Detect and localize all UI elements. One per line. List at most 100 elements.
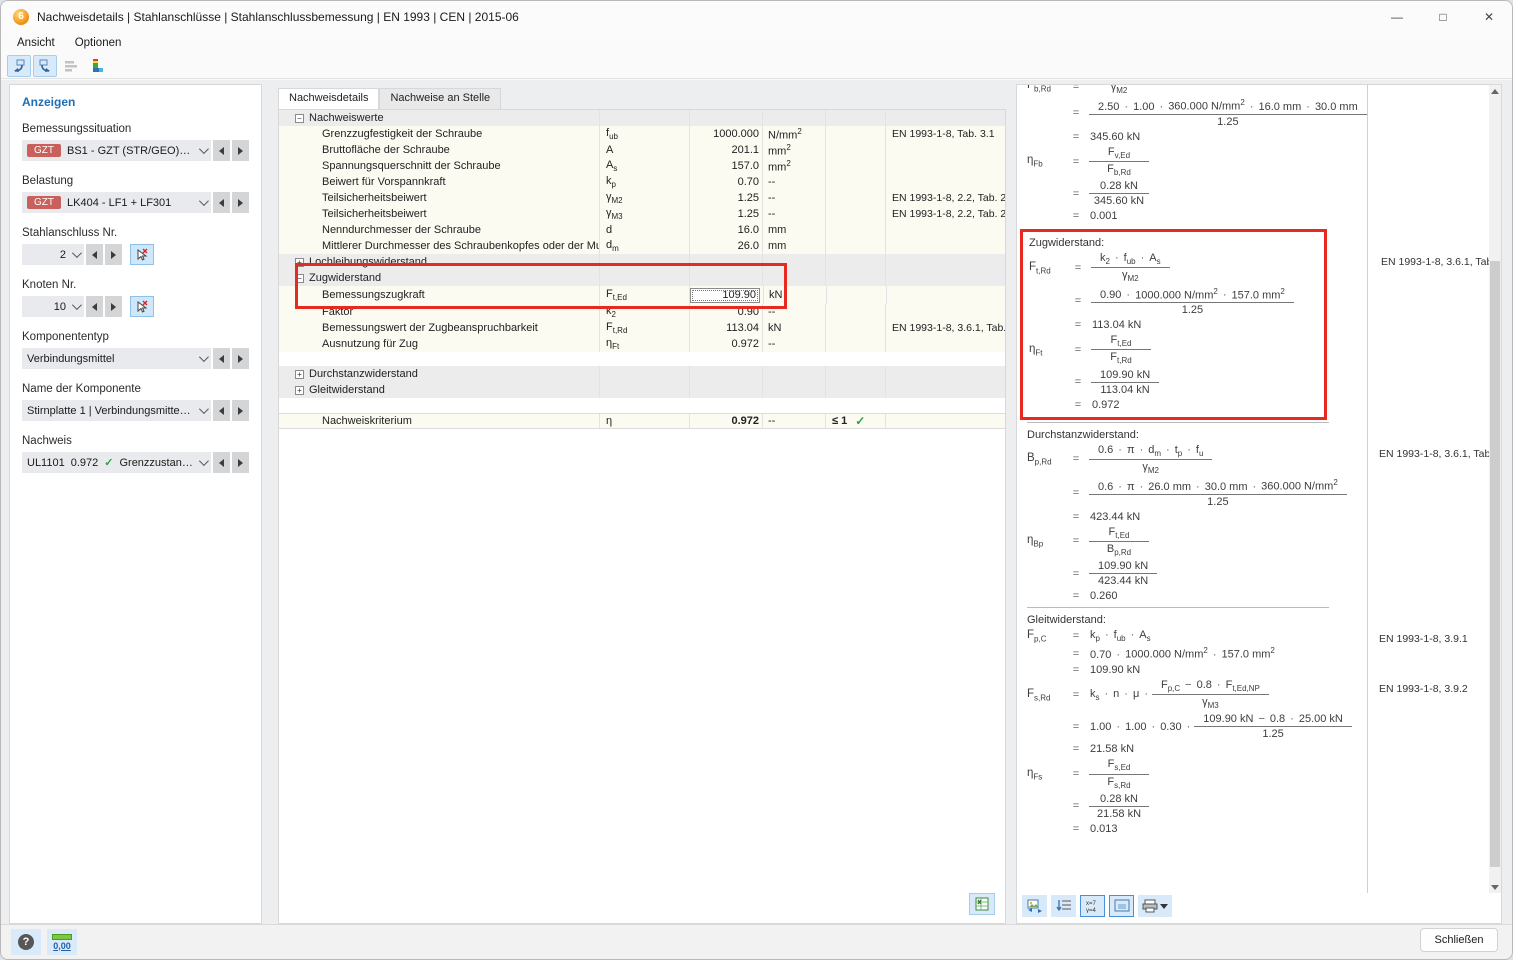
formula-token: · [1131, 629, 1135, 641]
connection-prev-button[interactable] [86, 244, 103, 265]
formula-token: n [1113, 688, 1119, 700]
node-next-button[interactable] [105, 296, 122, 317]
formula-token: 1.25 [1182, 304, 1203, 316]
fraction: k2·fub·AsγM2 [1091, 252, 1170, 283]
component-type-prev-button[interactable] [213, 348, 230, 369]
connection-plot-button[interactable] [85, 55, 109, 77]
formula-token: As [1139, 629, 1150, 643]
arrow-forward-icon [37, 58, 53, 74]
formula-token: − [1185, 679, 1191, 691]
export-excel-button[interactable] [969, 893, 995, 915]
component-type-select[interactable]: Verbindungsmittel [22, 348, 211, 369]
node-pick-button[interactable] [130, 296, 154, 317]
design-situation-next-button[interactable] [232, 140, 249, 161]
details-list-button[interactable] [1051, 895, 1076, 917]
value-cell[interactable]: 109.90 [689, 286, 763, 304]
check-id: UL1101 [27, 457, 65, 469]
copy-picture-button[interactable] [1022, 895, 1047, 917]
symbol-cell: kp [599, 174, 689, 190]
name-cell: Nachweiskriterium [279, 414, 599, 428]
unit-cell: -- [762, 174, 825, 190]
print-options-caret[interactable] [1160, 904, 1168, 909]
row-value: 0.972 [731, 415, 759, 427]
close-dialog-button[interactable]: Schließen [1420, 928, 1498, 952]
jump-back-button[interactable] [7, 55, 31, 77]
fraction: 2.50·1.00·360.000 N/mm2·16.0 mm·30.0 mm1… [1089, 98, 1367, 128]
code-reference: EN 1993-1-8, 3.9.1 [1379, 633, 1468, 645]
tab-nachweise-an-stelle[interactable]: Nachweise an Stelle [379, 88, 501, 109]
row-unit: mm2 [768, 159, 791, 174]
expand-icon[interactable]: + [295, 386, 304, 395]
maximize-button[interactable]: □ [1420, 1, 1466, 33]
formula-token: 157.0 mm2 [1221, 646, 1274, 661]
name-cell: +Gleitwiderstand [279, 382, 599, 398]
show-figure-button[interactable] [1109, 895, 1134, 917]
menu-optionen[interactable]: Optionen [67, 35, 130, 51]
component-name-prev-button[interactable] [213, 400, 230, 421]
units-settings-button[interactable]: 0,00 [47, 929, 77, 955]
row-label: Lochleibungswiderstand [309, 256, 427, 268]
table-row: Nenndurchmesser der Schraubed16.0mm [279, 222, 1005, 238]
node-number-select[interactable]: 10 [22, 296, 84, 317]
formula-token: Ft,Ed [1111, 334, 1132, 348]
expand-icon[interactable]: + [295, 258, 304, 267]
loading-prev-button[interactable] [213, 192, 230, 213]
result-list-button[interactable] [59, 55, 83, 77]
list-down-icon [1056, 899, 1072, 913]
print-button[interactable] [1138, 895, 1172, 917]
table-row: Mittlerer Durchmesser des Schraubenkopfe… [279, 238, 1005, 254]
equals-sign: = [1065, 376, 1091, 388]
expand-icon[interactable]: + [295, 370, 304, 379]
formula-line: =0.90·1000.000 N/mm2·157.0 mm21.25 [1029, 287, 1318, 317]
help-button[interactable]: ? [11, 929, 41, 955]
row-symbol: As [606, 159, 617, 173]
row-unit: N/mm2 [768, 127, 802, 142]
fraction: γM2 [1089, 85, 1149, 95]
jump-forward-button[interactable] [33, 55, 57, 77]
check-select[interactable]: UL1101 0.972 ✓ Grenzzustand der ... [22, 452, 211, 473]
minimize-button[interactable]: — [1374, 1, 1420, 33]
formula-lhs-symbol: Fb,Rd [1027, 85, 1051, 91]
design-situation-prev-button[interactable] [213, 140, 230, 161]
table-group-row[interactable]: −Nachweiswerte [279, 110, 1005, 126]
formula-section-title: Zugwiderstand: [1029, 237, 1318, 249]
formula-line: Fs,Rd=ks·n·μ·Fp,C−0.8·Ft,Ed,NPγM3EN 1993… [1027, 679, 1329, 710]
close-icon[interactable]: ✕ [1466, 1, 1512, 33]
component-name-select[interactable]: Stirnplatte 1 | Verbindungsmittel 1 | Sc… [22, 400, 211, 421]
collapse-icon[interactable]: − [295, 274, 304, 283]
reference-cell [885, 304, 1005, 320]
formula-token: · [1126, 289, 1130, 301]
scrollbar-thumb[interactable] [1490, 261, 1500, 867]
symbol-cell: k2 [599, 304, 689, 320]
show-values-button[interactable]: x=7y=4 [1080, 895, 1105, 917]
scroll-down-icon[interactable] [1489, 881, 1501, 893]
collapse-icon[interactable]: − [295, 114, 304, 123]
check-next-button[interactable] [232, 452, 249, 473]
node-prev-button[interactable] [86, 296, 103, 317]
table-group-row[interactable]: −Zugwiderstand [279, 270, 1005, 286]
table-group-row[interactable]: +Gleitwiderstand [279, 382, 1005, 398]
scroll-up-icon[interactable] [1489, 85, 1501, 97]
loading-select[interactable]: GZT LK404 - LF1 + LF301 [22, 192, 211, 213]
loading-next-button[interactable] [232, 192, 249, 213]
connection-pick-button[interactable] [130, 244, 154, 265]
design-situation-select[interactable]: GZT BS1 - GZT (STR/GEO) - Ständig ... [22, 140, 211, 161]
tab-nachweisdetails[interactable]: Nachweisdetails [278, 88, 379, 109]
check-prev-button[interactable] [213, 452, 230, 473]
table-group-row[interactable]: + Lochleibungswiderstand [279, 254, 1005, 270]
check-table: −NachweiswerteGrenzzugfestigkeit der Sch… [279, 110, 1005, 429]
chevron-down-icon [72, 248, 82, 258]
component-name-next-button[interactable] [232, 400, 249, 421]
formula-token: · [1141, 252, 1145, 264]
menu-ansicht[interactable]: Ansicht [9, 35, 63, 51]
formula-scrollbar[interactable] [1489, 85, 1501, 893]
row-symbol: η [606, 415, 612, 427]
connection-number-select[interactable]: 2 [22, 244, 84, 265]
component-type-next-button[interactable] [232, 348, 249, 369]
value-edit-field[interactable]: 109.90 [690, 288, 760, 303]
connection-next-button[interactable] [105, 244, 122, 265]
formula-lhs-symbol: Bp,Rd [1027, 452, 1052, 464]
table-group-row[interactable]: +Durchstanzwiderstand [279, 366, 1005, 382]
name-cell: Beiwert für Vorspannkraft [279, 174, 599, 190]
formula-token: 0.30 [1160, 721, 1181, 733]
